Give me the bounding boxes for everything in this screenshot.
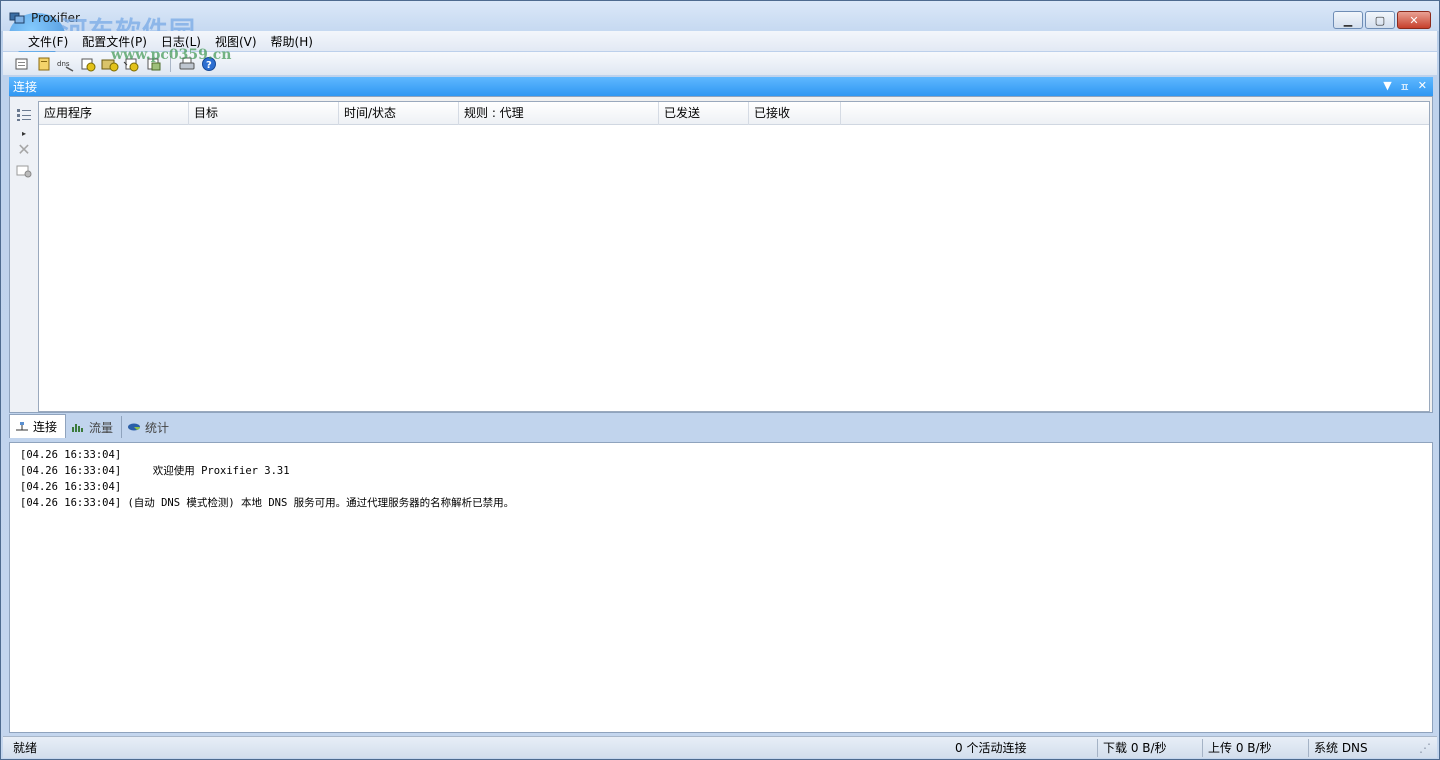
resize-grip-icon[interactable]: ⋰: [1419, 740, 1431, 756]
tab-label: 统计: [145, 420, 170, 435]
close-button[interactable]: ✕: [1397, 11, 1431, 29]
svg-text:dns: dns: [57, 60, 70, 68]
title-bar[interactable]: Proxifier 河东软件园 ▁ ▢ ✕: [1, 1, 1439, 57]
log-line: [04.26 16:33:04] 欢迎使用 Proxifier 3.31: [20, 465, 290, 477]
app-icon: [9, 12, 25, 24]
log-line: [04.26 16:33:04] (自动 DNS 模式检测) 本地 DNS 服务…: [20, 497, 515, 509]
open-profile-icon[interactable]: [35, 56, 53, 72]
status-active-connections: 0 个活动连接: [955, 741, 1027, 755]
window-controls: ▁ ▢ ✕: [1333, 11, 1431, 29]
close-icon: ✕: [1409, 13, 1419, 27]
status-dns: 系统 DNS: [1314, 741, 1368, 755]
list-view-icon[interactable]: [16, 107, 32, 123]
connections-panel-header: 连接 ▼ ㅍ ✕: [9, 77, 1433, 96]
proxifier-window: Proxifier 河东软件园 ▁ ▢ ✕ 文件(F) 配置文件(P) 日志(L…: [0, 0, 1440, 760]
dns-icon[interactable]: dns: [57, 56, 75, 72]
panel-pin-icon[interactable]: ㅍ: [1400, 79, 1410, 95]
proxy-servers-icon[interactable]: [79, 56, 97, 72]
column-sent[interactable]: 已发送: [659, 102, 749, 125]
watermark-url: www.pc0359.cn: [111, 47, 232, 63]
maximize-icon: ▢: [1374, 13, 1386, 27]
kill-connection-icon[interactable]: [16, 163, 32, 179]
menu-help[interactable]: 帮助(H): [264, 33, 320, 50]
status-upload: 上传 0 B/秒: [1208, 741, 1272, 755]
panel-title: 连接: [13, 80, 38, 94]
log-output[interactable]: [04.26 16:33:04] [04.26 16:33:04] 欢迎使用 P…: [9, 442, 1433, 733]
tab-statistics[interactable]: 统计: [122, 416, 177, 438]
menu-file[interactable]: 文件(F): [21, 33, 75, 50]
log-line: [04.26 16:33:04]: [20, 481, 122, 493]
status-bar: 就绪 0 个活动连接 下载 0 B/秒 上传 0 B/秒 系统 DNS ⋰: [3, 736, 1437, 758]
panel-close-icon[interactable]: ✕: [1418, 79, 1427, 95]
tab-traffic[interactable]: 流量: [66, 416, 123, 438]
status-download: 下载 0 B/秒: [1103, 741, 1167, 755]
maximize-button[interactable]: ▢: [1365, 11, 1395, 29]
status-ready: 就绪: [13, 741, 38, 755]
status-divider: [1202, 739, 1203, 757]
connection-icon: [16, 421, 28, 430]
minimize-icon: ▁: [1343, 13, 1353, 27]
status-divider: [1097, 739, 1098, 757]
status-divider: [1308, 739, 1309, 757]
log-line: [04.26 16:33:04]: [20, 449, 122, 461]
table-header: 应用程序 目标 时间/状态 规则 : 代理 已发送 已接收: [39, 102, 1429, 125]
panel-dropdown-icon[interactable]: ▼: [1383, 79, 1391, 95]
statistics-icon: [128, 423, 141, 431]
column-application[interactable]: 应用程序: [39, 102, 189, 125]
connection-side-toolbar: ▸ ✕: [10, 97, 38, 412]
connections-area: ▸ ✕ 应用程序 目标 时间/状态 规则 : 代理 已发送 已接收: [9, 96, 1433, 413]
column-rule-proxy[interactable]: 规则 : 代理: [459, 102, 659, 125]
tab-connections[interactable]: 连接: [9, 414, 67, 438]
close-connection-icon[interactable]: ✕: [16, 140, 32, 159]
column-time-status[interactable]: 时间/状态: [339, 102, 459, 125]
column-target[interactable]: 目标: [189, 102, 339, 125]
minimize-button[interactable]: ▁: [1333, 11, 1363, 29]
column-received[interactable]: 已接收: [749, 102, 841, 125]
panel-controls: ▼ ㅍ ✕: [1383, 79, 1433, 95]
tab-label: 连接: [33, 420, 58, 434]
connections-table: 应用程序 目标 时间/状态 规则 : 代理 已发送 已接收: [38, 101, 1430, 412]
bottom-tabs: 连接 流量 统计: [9, 414, 1433, 438]
new-profile-icon[interactable]: [13, 56, 31, 72]
traffic-icon: [72, 424, 84, 432]
tab-label: 流量: [89, 420, 114, 435]
